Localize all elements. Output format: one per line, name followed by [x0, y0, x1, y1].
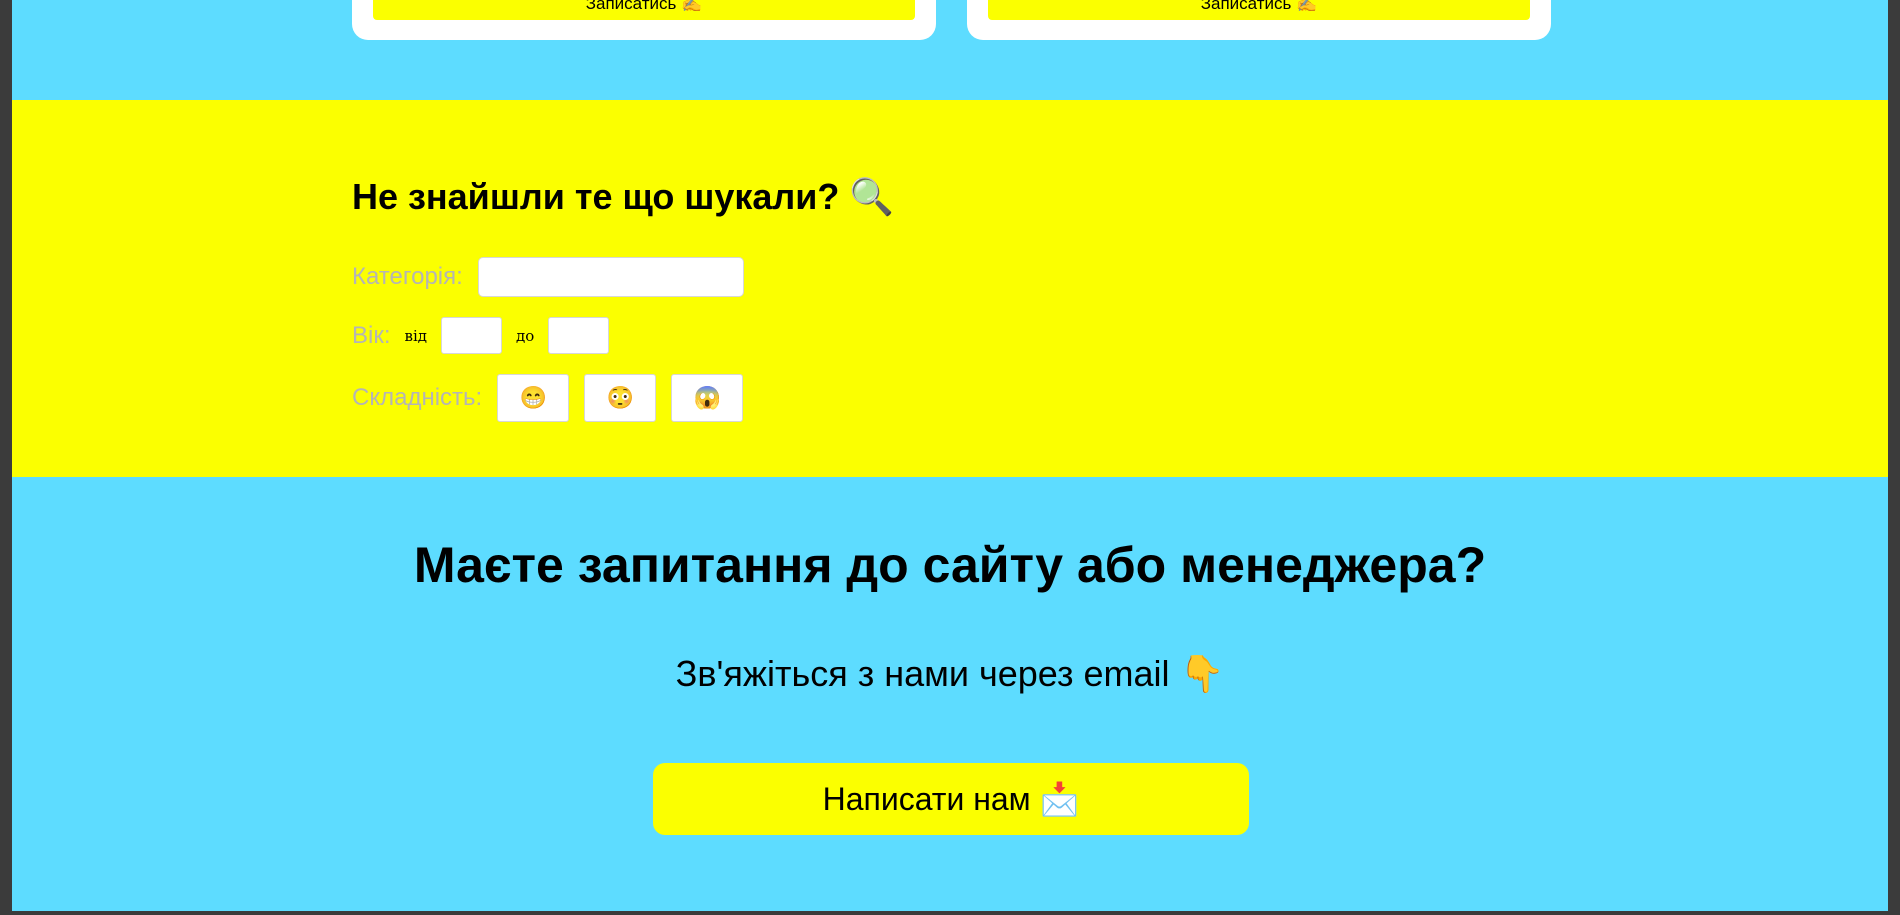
difficulty-hard-button[interactable]: 😱: [671, 374, 744, 422]
difficulty-label: Складність:: [352, 384, 483, 411]
course-card: Записатись ✍️: [967, 0, 1551, 40]
age-from-input[interactable]: [441, 317, 502, 354]
course-card: Записатись ✍️: [352, 0, 936, 40]
difficulty-medium-button[interactable]: 😳: [584, 374, 657, 422]
window-edge: [1888, 0, 1900, 915]
difficulty-filter-row: Складність: 😁 😳 😱: [352, 374, 744, 422]
age-to-input[interactable]: [548, 317, 610, 354]
signup-button[interactable]: Записатись ✍️: [373, 0, 915, 20]
flushed-face-icon: 😳: [606, 385, 634, 410]
window-edge: [0, 911, 1900, 915]
search-section: Не знайшли те що шукали? 🔍 Категорія: Ві…: [12, 100, 1888, 477]
category-filter-row: Категорія:: [352, 257, 744, 297]
page: Записатись ✍️ Записатись ✍️ Не знайшли т…: [12, 0, 1888, 911]
category-label: Категорія:: [352, 263, 463, 290]
category-input[interactable]: [477, 257, 744, 297]
age-filter-row: Вік: від до: [352, 317, 610, 354]
age-to-label: до: [516, 326, 535, 345]
courses-section: Записатись ✍️ Записатись ✍️: [12, 0, 1888, 100]
write-us-button[interactable]: Написати нам 📩: [653, 763, 1249, 835]
age-from-label: від: [404, 326, 427, 345]
signup-button[interactable]: Записатись ✍️: [988, 0, 1530, 20]
grinning-face-icon: 😁: [519, 385, 547, 410]
search-title: Не знайшли те що шукали? 🔍: [352, 176, 895, 217]
difficulty-easy-button[interactable]: 😁: [497, 374, 570, 422]
contact-section: Маєте запитання до сайту або менеджера? …: [12, 477, 1888, 911]
screaming-face-icon: 😱: [693, 385, 721, 410]
contact-subtitle: Зв'яжіться з нами через email 👇: [675, 653, 1225, 694]
age-label: Вік:: [352, 321, 391, 349]
contact-title: Маєте запитання до сайту або менеджера?: [413, 537, 1487, 593]
